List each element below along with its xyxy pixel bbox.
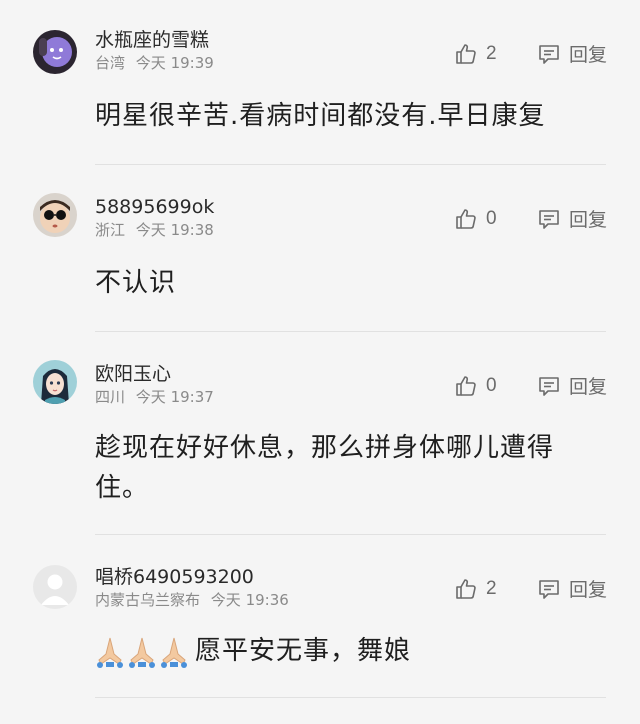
like-count: 0 [485, 207, 497, 229]
reply-label: 回复 [568, 376, 607, 398]
avatar[interactable] [33, 193, 77, 237]
thumbs-up-icon [456, 208, 476, 229]
comment-bubble-icon [539, 209, 559, 229]
praying-hands-icon [97, 637, 123, 668]
divider [95, 697, 606, 698]
timestamp: 今天 19:37 [135, 388, 214, 406]
comment-item: 水瓶座的雪糕 台湾 今天 19:39 2 回复 明星很辛苦.看病时间都没有.早日… [0, 0, 640, 156]
comment-text-body: 愿平安无事，舞娘 [195, 636, 412, 666]
purple-cartoon-avatar-icon [33, 30, 77, 74]
like-button[interactable]: 0 [454, 374, 502, 398]
comment-item: 唱桥6490593200 内蒙古乌兰察布 今天 19:36 2 回复 愿平安无事… [0, 535, 640, 691]
praying-hands-icon [129, 637, 155, 668]
avatar[interactable] [33, 360, 77, 404]
comment-bubble-icon [539, 44, 559, 64]
like-button[interactable]: 2 [454, 577, 502, 601]
timestamp: 今天 19:36 [210, 591, 289, 609]
like-button[interactable]: 2 [454, 42, 502, 66]
like-count: 2 [485, 42, 497, 64]
reply-button[interactable]: 回复 [537, 205, 607, 232]
anime-girl-avatar-icon [33, 360, 77, 404]
comment-text: 明星很辛苦.看病时间都没有.早日康复 [95, 101, 546, 131]
reply-label: 回复 [568, 579, 607, 601]
praying-hands-icon [161, 637, 187, 668]
like-button[interactable]: 0 [454, 207, 502, 231]
timestamp: 今天 19:39 [135, 54, 214, 72]
comment-text: 不认识 [95, 268, 177, 298]
reply-label: 回复 [568, 209, 607, 231]
comment-text: 愿平安无事，舞娘 [95, 615, 606, 691]
default-avatar-icon [33, 565, 77, 609]
reply-button[interactable]: 回复 [537, 40, 607, 67]
avatar[interactable] [33, 30, 77, 74]
location: 台湾 [95, 54, 126, 72]
like-count: 2 [485, 577, 497, 599]
praying-hands-emoji-group [95, 636, 191, 668]
location: 浙江 [95, 221, 126, 239]
sunglasses-child-avatar-icon [33, 193, 77, 237]
like-count: 0 [485, 374, 497, 396]
comment-item: 欧阳玉心 四川 今天 19:37 0 回复 趁现在好好休息，那么拼身体哪儿遭得住… [0, 332, 640, 528]
avatar[interactable] [33, 565, 77, 609]
comment-item: 58895699ok 浙江 今天 19:38 0 回复 不认识 [0, 165, 640, 323]
location: 四川 [95, 388, 126, 406]
thumbs-up-icon [456, 578, 476, 599]
reply-button[interactable]: 回复 [537, 575, 607, 602]
comment-text: 趁现在好好休息，那么拼身体哪儿遭得住。 [95, 433, 555, 503]
thumbs-up-icon [456, 375, 476, 396]
reply-label: 回复 [568, 44, 607, 66]
thumbs-up-icon [456, 43, 476, 64]
comment-bubble-icon [539, 376, 559, 396]
location: 内蒙古乌兰察布 [95, 591, 201, 609]
timestamp: 今天 19:38 [135, 221, 214, 239]
reply-button[interactable]: 回复 [537, 372, 607, 399]
comment-bubble-icon [539, 579, 559, 599]
